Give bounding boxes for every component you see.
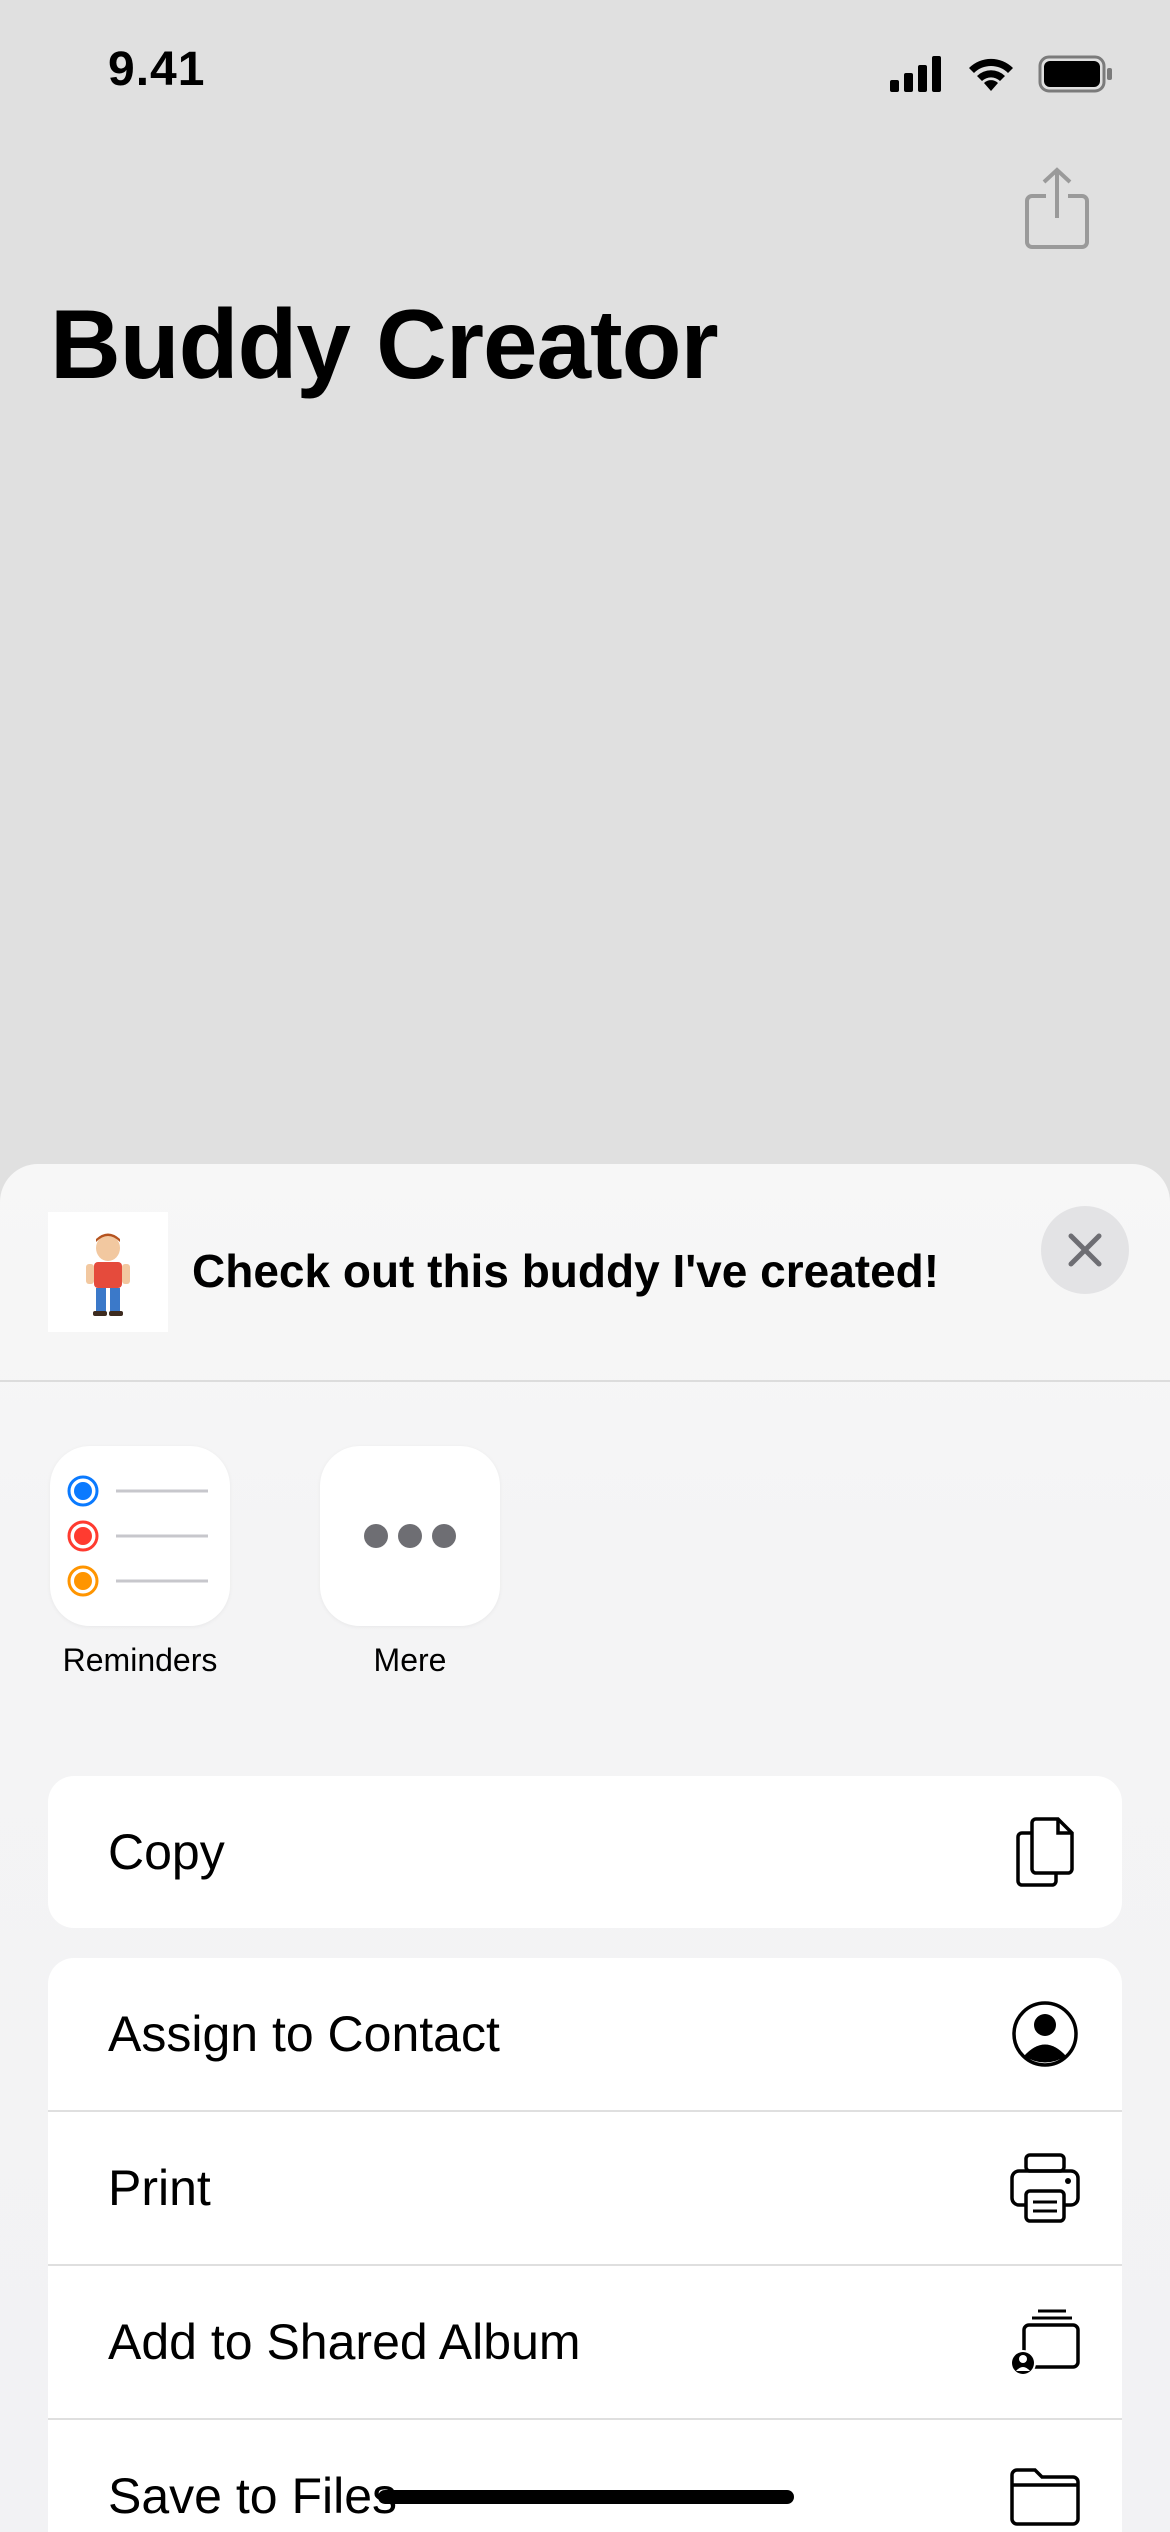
shared-album-icon xyxy=(1010,2309,1080,2376)
action-label: Add to Shared Album xyxy=(108,2314,581,2370)
action-label: Print xyxy=(108,2160,211,2216)
printer-icon xyxy=(1010,2153,1080,2223)
action-label: Copy xyxy=(108,1824,225,1880)
buddy-thumbnail xyxy=(48,1212,168,1332)
contact-icon xyxy=(1012,2001,1078,2067)
battery-icon xyxy=(1038,55,1112,93)
share-button[interactable] xyxy=(1024,166,1090,250)
action-label: Assign to Contact xyxy=(108,2006,500,2062)
action-label: Save to Files xyxy=(108,2468,398,2524)
status-bar: 9.41 xyxy=(0,0,1170,150)
action-copy[interactable]: Copy xyxy=(48,1776,1122,1928)
status-time: 9.41 xyxy=(108,43,206,96)
status-icons xyxy=(890,52,1114,96)
buddy-figure-icon xyxy=(86,1233,130,1316)
page-title: Buddy Creator xyxy=(50,289,719,399)
actions-group: Assign to Contact Print Add to Shared Al… xyxy=(48,1958,1122,2532)
share-sheet: Check out this buddy I've created! Remin… xyxy=(0,1164,1170,2532)
wifi-icon xyxy=(969,58,1013,91)
close-icon xyxy=(1068,1233,1102,1267)
reminders-icon xyxy=(50,1446,230,1626)
copy-group: Copy xyxy=(48,1776,1122,1928)
app-reminders[interactable]: Reminders xyxy=(30,1446,250,1679)
close-button[interactable] xyxy=(1041,1206,1129,1294)
action-save-to-files[interactable]: Save to Files xyxy=(48,2420,1122,2532)
share-message: Check out this buddy I've created! xyxy=(192,1245,940,1297)
home-indicator[interactable] xyxy=(378,2490,794,2504)
share-apps-row: Reminders Mere xyxy=(0,1446,1170,1696)
share-icon xyxy=(1025,167,1089,249)
share-sheet-header: Check out this buddy I've created! xyxy=(0,1164,1170,1382)
copy-icon xyxy=(1016,1817,1074,1887)
action-add-to-shared-album[interactable]: Add to Shared Album xyxy=(48,2266,1122,2420)
action-print[interactable]: Print xyxy=(48,2112,1122,2266)
folder-icon xyxy=(1010,2468,1080,2526)
cellular-signal-icon xyxy=(890,56,941,92)
app-more[interactable]: Mere xyxy=(300,1446,520,1679)
app-label: Reminders xyxy=(62,1642,218,1678)
app-label: Mere xyxy=(373,1642,447,1678)
more-icon xyxy=(320,1446,500,1626)
action-assign-to-contact[interactable]: Assign to Contact xyxy=(48,1958,1122,2112)
